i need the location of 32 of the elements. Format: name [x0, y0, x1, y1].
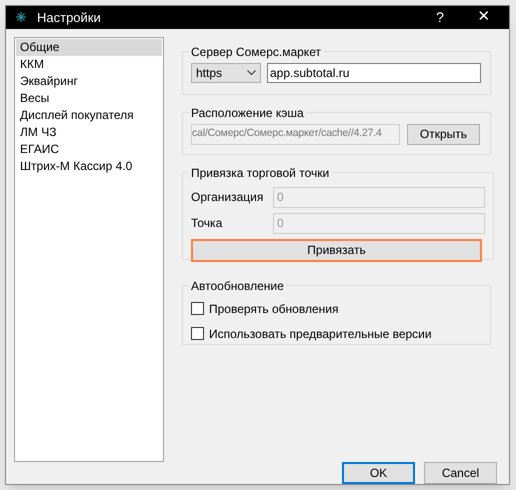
- category-item[interactable]: ЛМ ЧЗ: [16, 124, 162, 140]
- protocol-dropdown[interactable]: https: [191, 62, 261, 82]
- close-button[interactable]: ✕: [469, 6, 499, 28]
- group-title: Сервер Сомерс.маркет: [190, 44, 322, 60]
- category-item[interactable]: Штрих-М Кассир 4.0: [16, 158, 162, 174]
- help-button[interactable]: ?: [425, 6, 455, 28]
- cancel-button[interactable]: Cancel: [424, 462, 497, 484]
- group-title: Привязка торговой точки: [190, 164, 330, 182]
- group-title: Автообновление: [190, 278, 285, 294]
- cache-path-field: cal/Сомерс/Сомерс.маркет/cache//4.27.4: [191, 124, 400, 144]
- readonly-field: 0: [273, 186, 485, 208]
- bind-button[interactable]: Привязать: [191, 238, 482, 262]
- category-item[interactable]: Дисплей покупателя: [16, 106, 162, 124]
- field-label: Организация: [191, 189, 264, 206]
- checkbox-label: Проверять обновления: [209, 300, 338, 318]
- group-title: Расположение кэша: [190, 104, 305, 122]
- category-item[interactable]: Весы: [16, 90, 162, 106]
- category-item[interactable]: ККМ: [16, 56, 162, 72]
- window-title: Настройки: [37, 8, 101, 27]
- open-button[interactable]: Открыть: [407, 124, 480, 144]
- category-item[interactable]: Эквайринг: [16, 72, 162, 90]
- readonly-field: 0: [273, 212, 485, 234]
- checkbox[interactable]: [191, 302, 204, 315]
- field-label: Точка: [191, 215, 224, 232]
- checkbox-label: Использовать предварительные версии: [209, 326, 432, 342]
- category-item[interactable]: Общие: [16, 38, 162, 56]
- ok-button[interactable]: OK: [342, 462, 415, 484]
- server-address-field[interactable]: app.subtotal.ru: [267, 62, 481, 82]
- category-item[interactable]: ЕГАИС: [16, 140, 162, 158]
- chevron-down-icon: [247, 70, 256, 75]
- checkbox[interactable]: [191, 327, 204, 340]
- snowflake-icon: [16, 12, 26, 22]
